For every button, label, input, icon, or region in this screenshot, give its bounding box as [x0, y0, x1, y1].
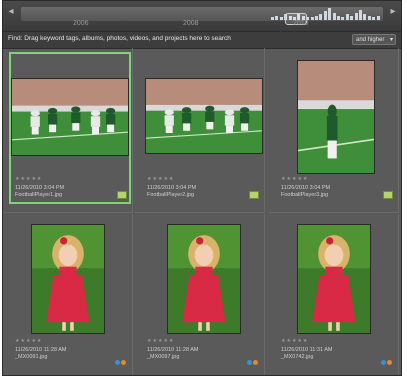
photo-thumbnail[interactable] [145, 78, 263, 154]
timeline-bar[interactable] [323, 11, 327, 20]
find-bar-hint: Find: Drag keyword tags, albums, photos,… [8, 35, 231, 42]
timeline-year-label: 2008 [183, 20, 199, 27]
timeline-year-label: 2010 [293, 20, 309, 27]
thumbnail-grid: ★★★★★ 11/26/2010 3:04 PM FootballPlayer1.j… [3, 48, 401, 375]
timeline-bar[interactable] [332, 12, 336, 20]
photo-thumbnail[interactable] [31, 224, 105, 334]
organizer-media-browser: ◂ ▸ 2006 2008 2010 Find: Drag keyword tags… [2, 0, 402, 376]
timeline-track[interactable] [21, 7, 383, 21]
event-icon [253, 360, 258, 365]
status-icons [246, 352, 258, 365]
photo-filename: _MX0742.jpg [281, 354, 314, 360]
status-icons [380, 352, 392, 365]
keyword-tag-icon [383, 191, 393, 199]
thumbnail-cell[interactable]: ★★★★★ 11/26/2010 11:31 AM _MX0742.jpg [269, 214, 399, 375]
status-icons [114, 352, 126, 365]
photo-date: 11/26/2010 11:31 AM [281, 347, 333, 353]
thumbnail-cell[interactable]: ★★★★★ 11/26/2010 3:04 PM FootballPlayer1.j… [3, 48, 133, 213]
rating-filter-dropdown[interactable]: and higher ▾ [352, 34, 396, 45]
photo-filename: FootballPlayer3.jpg [281, 192, 329, 198]
star-rating[interactable]: ★★★★★ [15, 176, 42, 182]
chevron-down-icon: ▾ [389, 37, 393, 43]
star-rating[interactable]: ★★★★★ [147, 338, 174, 344]
timeline-bar[interactable] [359, 9, 362, 20]
star-rating[interactable]: ★★★★★ [281, 338, 308, 344]
people-icon [381, 360, 386, 365]
find-bar[interactable]: Find: Drag keyword tags, albums, photos,… [3, 31, 401, 49]
photo-date: 11/26/2010 11:28 AM [147, 347, 199, 353]
people-icon [115, 360, 120, 365]
timeline-bar[interactable] [372, 17, 376, 20]
star-rating[interactable]: ★★★★★ [281, 176, 308, 182]
photo-filename: _MX0097.jpg [147, 354, 180, 360]
timeline-bar[interactable] [363, 14, 367, 20]
people-icon [247, 360, 252, 365]
timeline-bar[interactable] [271, 17, 274, 20]
photo-thumbnail[interactable] [297, 224, 371, 334]
timeline-bar[interactable] [319, 14, 323, 20]
timeline-bar[interactable] [275, 15, 279, 20]
photo-thumbnail[interactable] [297, 60, 375, 174]
timeline-bar[interactable] [279, 17, 283, 20]
photo-date: 11/26/2010 3:04 PM [15, 185, 65, 191]
photo-filename: _MX0091.jpg [15, 354, 48, 360]
thumbnail-cell[interactable]: ★★★★★ 11/26/2010 11:28 AM _MX0097.jpg [135, 214, 265, 375]
rating-filter-label: and higher [356, 37, 385, 43]
star-rating[interactable]: ★★★★★ [147, 176, 174, 182]
photo-date: 11/26/2010 11:28 AM [15, 347, 67, 353]
timeline-year-label: 2006 [73, 20, 89, 27]
photo-thumbnail[interactable] [11, 78, 129, 156]
torn-bottom-edge [0, 376, 407, 385]
timeline-bar[interactable] [337, 15, 340, 20]
timeline-bar[interactable] [328, 8, 332, 20]
timeline-scroll-right-icon[interactable]: ▸ [388, 6, 398, 18]
photo-filename: FootballPlayer2.jpg [147, 192, 195, 198]
event-icon [387, 360, 392, 365]
photo-thumbnail[interactable] [167, 224, 241, 334]
thumbnail-cell[interactable]: ★★★★★ 11/26/2010 3:04 PM FootballPlayer2.j… [135, 48, 265, 213]
keyword-tag-icon [117, 191, 127, 199]
timeline-bar[interactable] [376, 15, 380, 20]
photo-filename: FootballPlayer1.jpg [15, 192, 63, 198]
photo-date: 11/26/2010 3:04 PM [281, 185, 331, 191]
keyword-tag-icon [249, 191, 259, 199]
timeline-bar[interactable] [310, 17, 314, 20]
timeline[interactable]: ◂ ▸ 2006 2008 2010 [3, 1, 401, 31]
timeline-bar[interactable] [367, 15, 371, 20]
timeline-bar[interactable] [354, 12, 358, 20]
timeline-bar[interactable] [345, 14, 349, 20]
timeline-bar[interactable] [350, 15, 354, 20]
star-rating[interactable]: ★★★★★ [15, 338, 42, 344]
thumbnail-cell[interactable]: ★★★★★ 11/26/2010 3:04 PM FootballPlayer3.j… [269, 48, 399, 213]
timeline-bar[interactable] [315, 15, 318, 20]
timeline-bar[interactable] [341, 17, 345, 20]
thumbnail-cell[interactable]: ★★★★★ 11/26/2010 11:28 AM _MX0091.jpg [3, 214, 133, 375]
event-icon [121, 360, 126, 365]
timeline-scroll-left-icon[interactable]: ◂ [6, 6, 16, 18]
photo-date: 11/26/2010 3:04 PM [147, 185, 197, 191]
